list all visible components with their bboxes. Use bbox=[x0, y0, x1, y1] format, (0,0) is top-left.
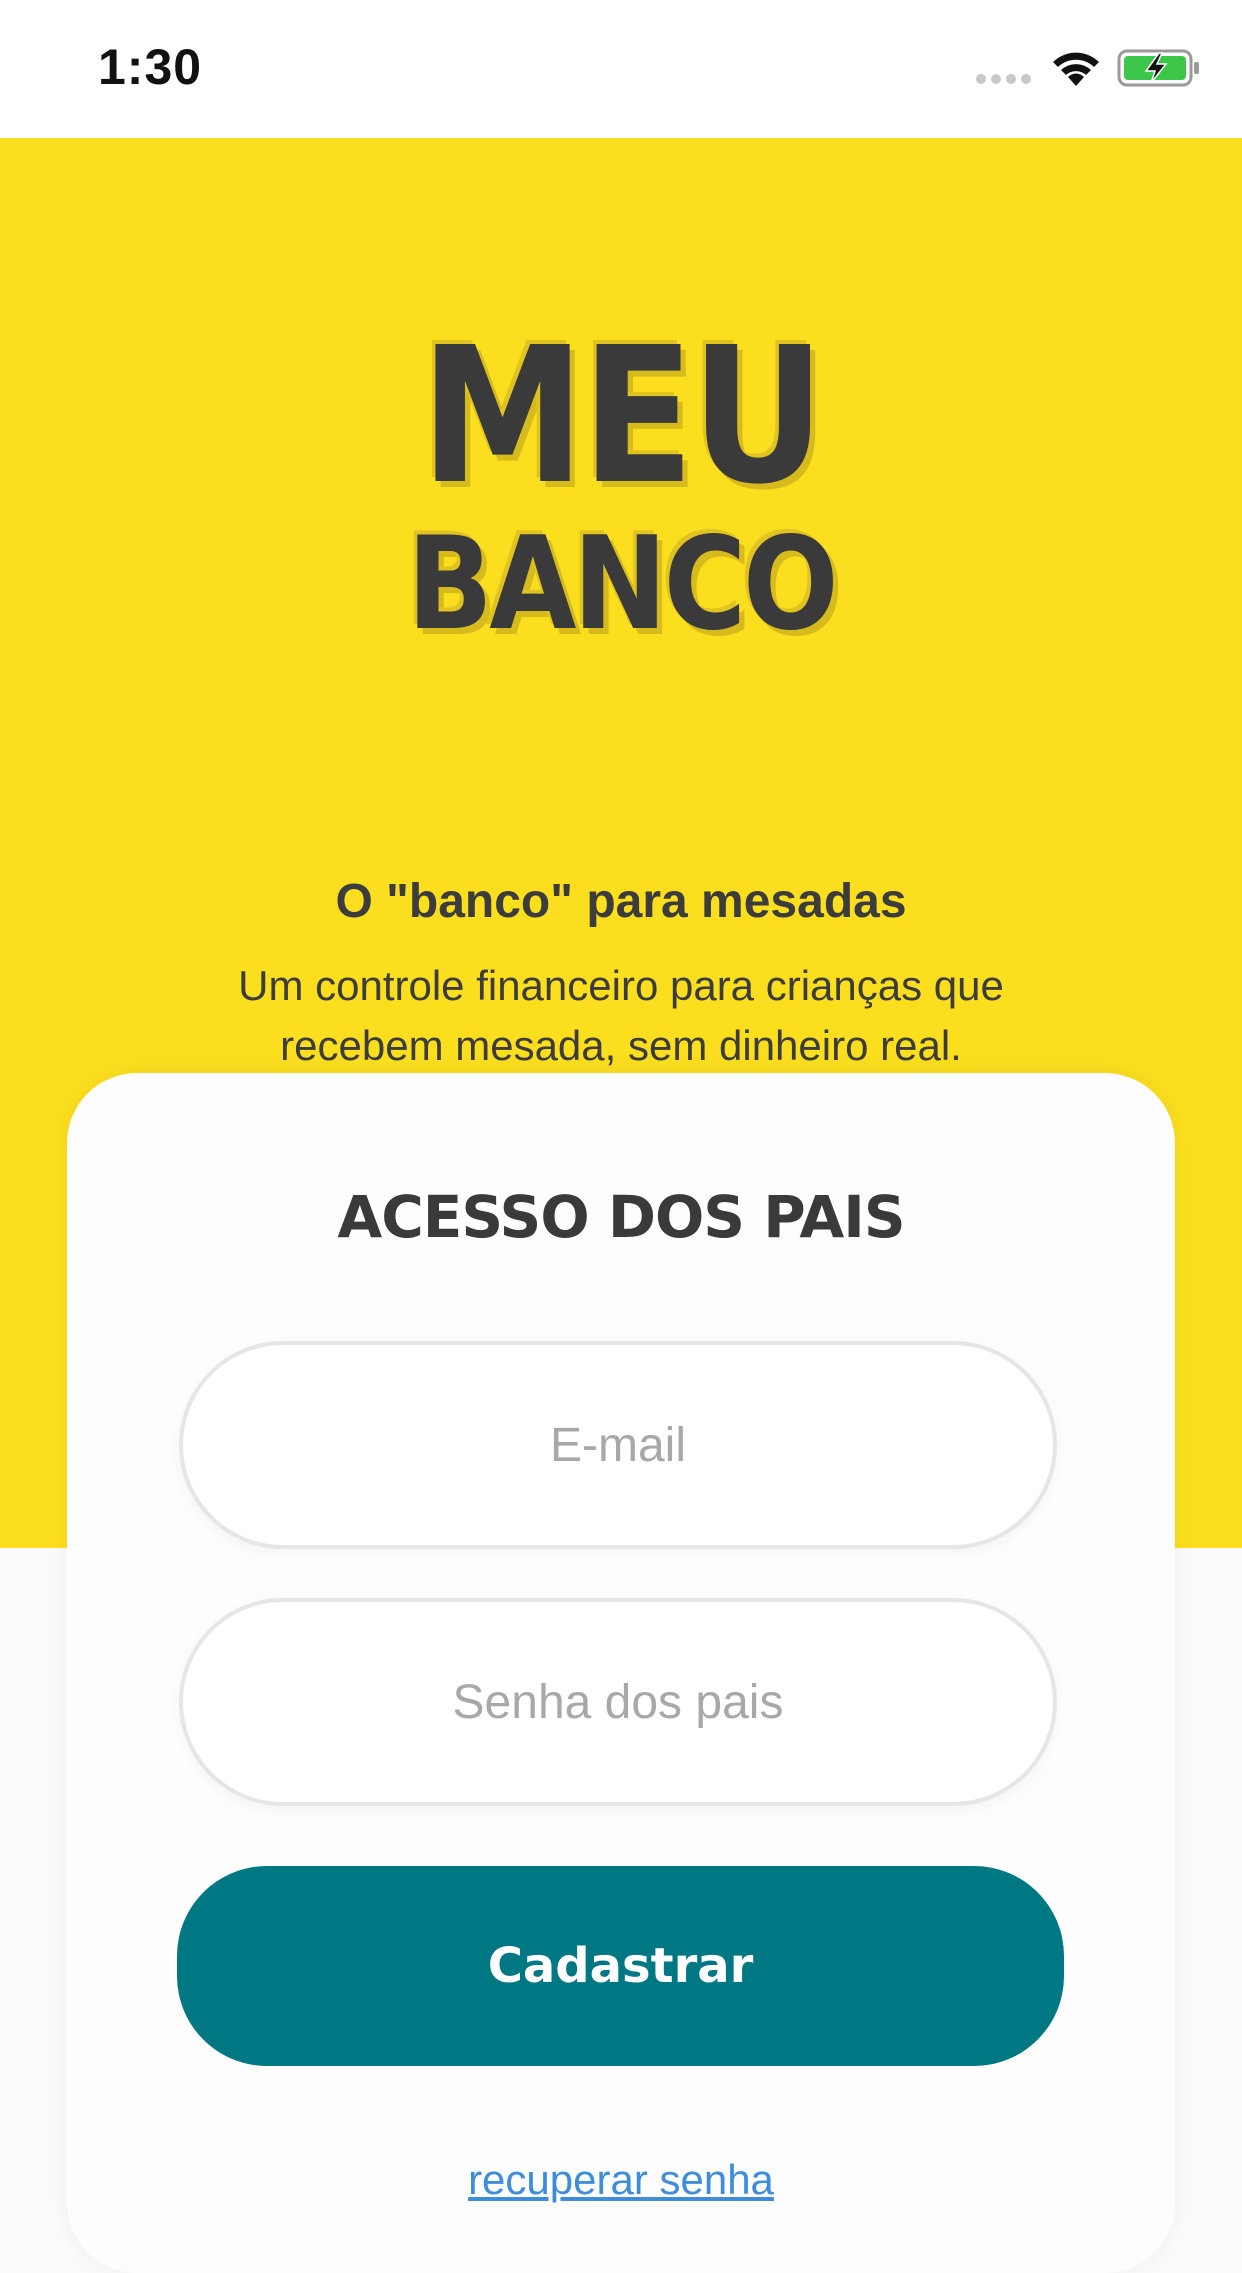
wifi-icon bbox=[1053, 52, 1099, 86]
tagline: O "banco" para mesadas bbox=[335, 875, 907, 928]
login-card: ACESSO DOS PAIS Cadastrar recuperar senh… bbox=[67, 1073, 1175, 2273]
logo-line-1: MEU bbox=[420, 307, 825, 526]
parent-password-field[interactable] bbox=[179, 1598, 1057, 1806]
card-title: ACESSO DOS PAIS bbox=[337, 1183, 905, 1251]
register-button[interactable]: Cadastrar bbox=[177, 1866, 1064, 2066]
logo-line-2: BANCO bbox=[406, 510, 839, 659]
status-time: 1:30 bbox=[98, 39, 203, 95]
recover-password-link[interactable]: recuperar senha bbox=[67, 2156, 1175, 2204]
app-description: Um controle financeiro para crianças que… bbox=[238, 962, 1004, 1069]
app-logo: MEU BANCO bbox=[0, 323, 1242, 649]
status-bar: 1:30 bbox=[0, 0, 1242, 138]
battery-charging-icon bbox=[1117, 49, 1199, 87]
signal-icon bbox=[976, 74, 1031, 84]
email-field[interactable] bbox=[179, 1341, 1057, 1549]
